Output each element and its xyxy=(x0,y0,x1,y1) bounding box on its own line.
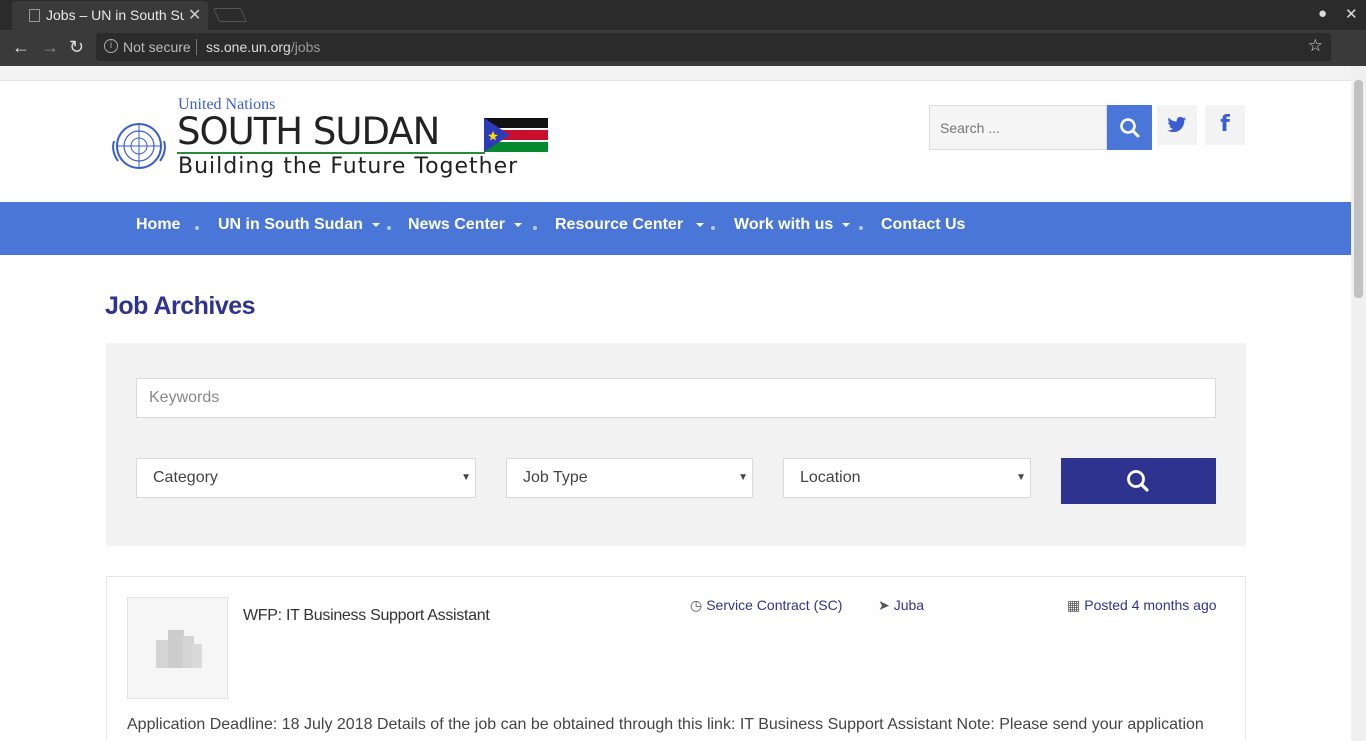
account-icon[interactable]: ● xyxy=(1318,5,1327,22)
address-bar[interactable]: i Not secure ss.one.un.org/jobs ☆ xyxy=(96,33,1331,61)
keywords-input[interactable]: Keywords xyxy=(136,378,1216,418)
web-page: United Nations SOUTH SUDAN Building the … xyxy=(0,66,1351,741)
chevron-down-icon xyxy=(513,222,522,227)
main-navbar: Home UN in South Sudan News Center Resou… xyxy=(0,202,1351,255)
nav-resource-center[interactable]: Resource Center xyxy=(555,216,705,234)
nav-separator xyxy=(711,226,715,230)
nav-un-label: UN in South Sudan xyxy=(218,216,363,233)
job-description: Application Deadline: 18 July 2018 Detai… xyxy=(127,716,1204,733)
scrollbar-thumb[interactable] xyxy=(1354,80,1363,298)
nav-news-label: News Center xyxy=(408,216,505,233)
reload-icon[interactable]: ↻ xyxy=(69,37,84,58)
nav-home[interactable]: Home xyxy=(136,216,180,234)
keywords-placeholder: Keywords xyxy=(149,389,220,406)
nav-contact-label: Contact Us xyxy=(881,216,966,233)
browser-tabbar: Jobs – UN in South Sudan ✕ ● ✕ xyxy=(0,0,1366,30)
chevron-down-icon xyxy=(371,222,380,227)
job-title-link[interactable]: WFP: IT Business Support Assistant xyxy=(243,607,490,625)
nav-home-label: Home xyxy=(136,216,181,233)
search-icon xyxy=(1127,470,1149,492)
building-icon xyxy=(156,630,202,668)
tab-title: Jobs – UN in South Sudan xyxy=(46,7,184,23)
info-icon[interactable]: i xyxy=(104,39,118,53)
url-path: /jobs xyxy=(290,39,321,55)
chevron-down-icon xyxy=(696,222,705,227)
browser-toolbar: ← → ↻ i Not secure ss.one.un.org/jobs ☆ … xyxy=(0,30,1366,90)
search-icon xyxy=(1120,118,1140,138)
close-tab-icon[interactable]: ✕ xyxy=(188,5,201,25)
twitter-button[interactable] xyxy=(1157,105,1197,145)
site-search-input[interactable] xyxy=(929,105,1107,150)
logo-tagline: Building the Future Together xyxy=(178,154,519,179)
page-title: Job Archives xyxy=(105,292,256,320)
category-select[interactable]: Category ▼ xyxy=(136,458,476,498)
job-posted-date: ▦ Posted 4 months ago xyxy=(1067,597,1217,614)
window-close-icon[interactable]: ✕ xyxy=(1345,5,1358,23)
nav-contact-us[interactable]: Contact Us xyxy=(881,216,965,234)
facebook-button[interactable]: f xyxy=(1205,105,1245,145)
dropdown-arrow-icon: ▼ xyxy=(1016,472,1026,483)
nav-news-center[interactable]: News Center xyxy=(408,216,522,234)
nav-work-label: Work with us xyxy=(734,216,834,233)
document-icon xyxy=(29,9,40,22)
company-logo-placeholder[interactable] xyxy=(127,597,228,699)
forward-icon[interactable]: → xyxy=(41,37,59,58)
back-icon[interactable]: ← xyxy=(12,37,30,58)
facebook-icon: f xyxy=(1220,112,1230,137)
job-filter-panel: Keywords Category ▼ Job Type ▼ Location … xyxy=(106,343,1246,546)
top-strip xyxy=(0,66,1351,81)
site-logo[interactable]: United Nations SOUTH SUDAN Building the … xyxy=(108,96,553,186)
dropdown-arrow-icon: ▼ xyxy=(461,472,471,483)
job-contract-type[interactable]: ◷ Service Contract (SC) xyxy=(690,597,842,614)
job-type-select[interactable]: Job Type ▼ xyxy=(506,458,753,498)
address-separator xyxy=(196,39,197,55)
job-contract-label: Service Contract (SC) xyxy=(706,597,843,613)
nav-un-in-south-sudan[interactable]: UN in South Sudan xyxy=(218,216,380,234)
nav-work-with-us[interactable]: Work with us xyxy=(734,216,851,234)
new-tab-button[interactable] xyxy=(212,8,248,22)
job-posted-label: Posted 4 months ago xyxy=(1084,597,1217,613)
site-search-button[interactable] xyxy=(1107,105,1152,150)
url-host: ss.one.un.org xyxy=(206,39,291,55)
security-label: Not secure xyxy=(123,39,191,55)
location-select[interactable]: Location ▼ xyxy=(783,458,1031,498)
chevron-down-icon xyxy=(842,222,851,227)
nav-separator xyxy=(387,226,391,230)
nav-resource-label: Resource Center xyxy=(555,216,684,233)
nav-separator xyxy=(859,226,863,230)
job-listing: WFP: IT Business Support Assistant ◷ Serv… xyxy=(106,576,1246,741)
location-value: Location xyxy=(800,469,861,486)
un-emblem-icon xyxy=(112,123,166,169)
job-location-label: Juba xyxy=(893,597,925,613)
job-location[interactable]: ➤ Juba xyxy=(878,597,924,614)
twitter-icon xyxy=(1167,116,1187,132)
job-search-button[interactable] xyxy=(1061,458,1216,504)
dropdown-arrow-icon: ▼ xyxy=(738,472,748,483)
scrollbar[interactable] xyxy=(1351,66,1366,741)
calendar-icon: ▦ xyxy=(1067,597,1081,613)
clock-icon: ◷ xyxy=(690,597,703,613)
browser-tab[interactable]: Jobs – UN in South Sudan ✕ xyxy=(12,1,208,30)
nav-separator xyxy=(533,226,537,230)
logo-country-text: SOUTH SUDAN xyxy=(177,110,440,153)
nav-separator xyxy=(195,226,199,230)
bookmark-star-icon[interactable]: ☆ xyxy=(1308,36,1323,56)
url-text[interactable]: ss.one.un.org/jobs xyxy=(206,39,320,55)
location-arrow-icon: ➤ xyxy=(878,597,890,613)
job-type-value: Job Type xyxy=(523,469,588,486)
south-sudan-flag-icon xyxy=(484,118,548,152)
category-value: Category xyxy=(153,469,218,486)
